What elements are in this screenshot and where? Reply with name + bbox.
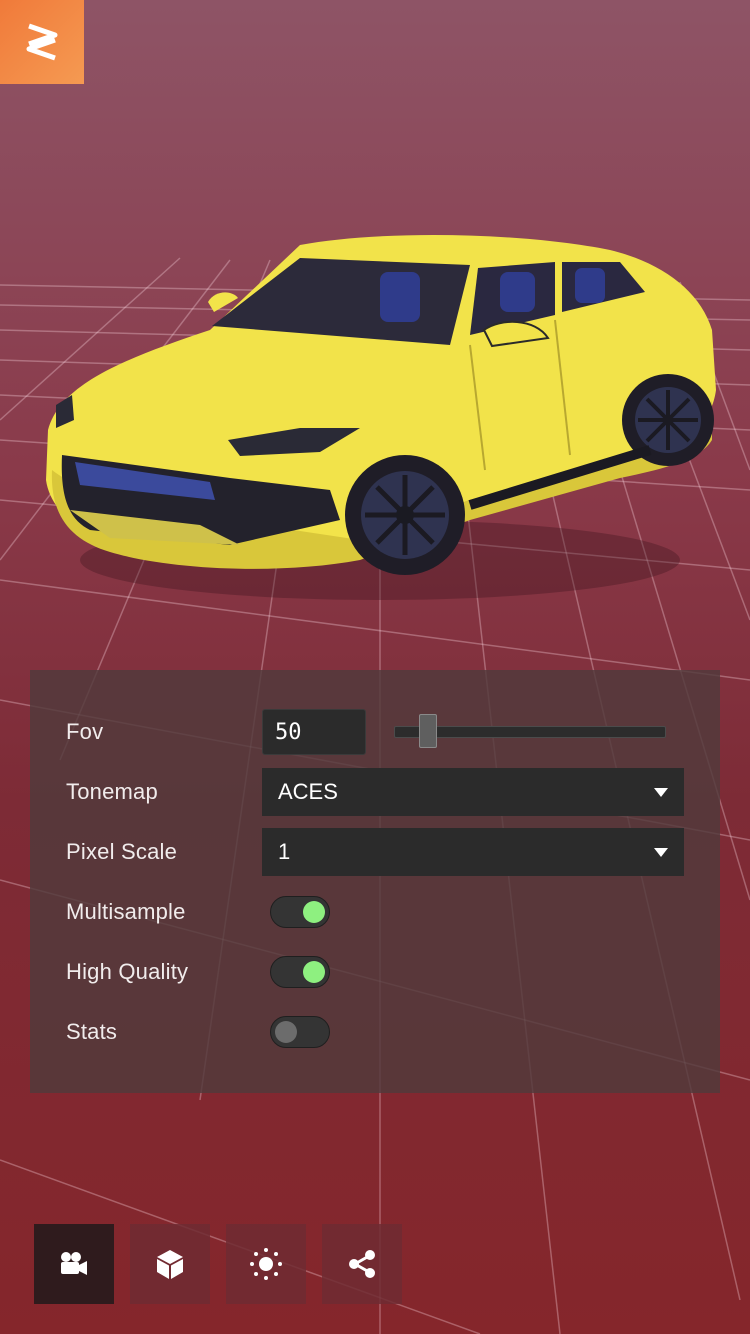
multisample-toggle[interactable]	[270, 896, 330, 928]
sun-icon	[250, 1248, 282, 1280]
cube-icon	[157, 1250, 183, 1279]
fov-slider[interactable]	[394, 708, 666, 756]
fov-slider-thumb[interactable]	[419, 714, 437, 748]
pixel-scale-value: 1	[278, 839, 291, 864]
lighting-button[interactable]	[226, 1224, 306, 1304]
high-quality-row: High Quality	[66, 948, 684, 996]
fov-label: Fov	[66, 719, 104, 744]
chevron-down-icon	[654, 787, 668, 797]
stats-toggle[interactable]	[270, 1016, 330, 1048]
camera-button[interactable]	[34, 1224, 114, 1304]
stats-label: Stats	[66, 1019, 118, 1044]
tonemap-label: Tonemap	[66, 779, 158, 804]
high-quality-toggle[interactable]	[270, 956, 330, 988]
fov-row: Fov 50	[66, 708, 684, 756]
bottom-toolbar	[34, 1224, 402, 1304]
tonemap-value: ACES	[278, 779, 338, 804]
share-button[interactable]	[322, 1224, 402, 1304]
logo-icon	[26, 23, 58, 61]
share-icon	[349, 1250, 375, 1278]
pixel-scale-select[interactable]: 1	[262, 828, 684, 876]
toggle-knob	[275, 1021, 297, 1043]
fov-value: 50	[275, 719, 302, 745]
tonemap-select[interactable]: ACES	[262, 768, 684, 816]
pixel-scale-row: Pixel Scale 1	[66, 828, 684, 876]
pixel-scale-label: Pixel Scale	[66, 839, 178, 864]
toggle-knob	[303, 901, 325, 923]
high-quality-label: High Quality	[66, 959, 189, 984]
video-camera-icon	[61, 1252, 87, 1275]
3d-viewport[interactable]	[0, 0, 750, 1334]
fov-input[interactable]: 50	[262, 709, 366, 755]
car-model	[46, 234, 716, 600]
logo-button[interactable]	[0, 0, 84, 84]
multisample-row: Multisample	[66, 888, 684, 936]
stats-row: Stats	[66, 1008, 684, 1056]
chevron-down-icon	[654, 847, 668, 857]
tonemap-row: Tonemap ACES	[66, 768, 684, 816]
multisample-label: Multisample	[66, 899, 186, 924]
model-button[interactable]	[130, 1224, 210, 1304]
settings-panel: Fov 50 Tonemap ACES Pixel Scale 1 Multis…	[30, 670, 720, 1093]
toggle-knob	[303, 961, 325, 983]
